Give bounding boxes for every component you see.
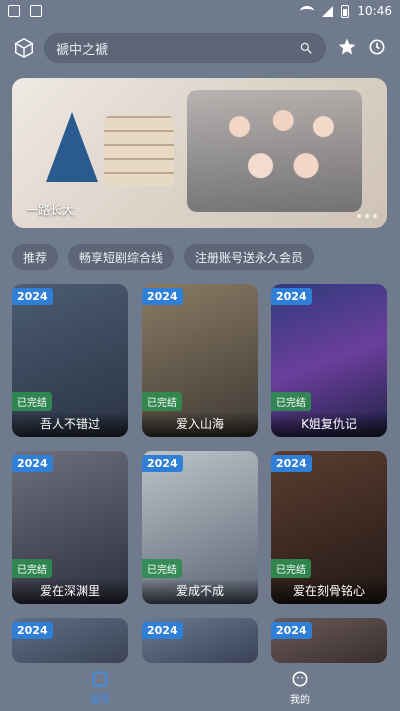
nav-profile-label: 我的 <box>290 694 310 706</box>
image-icon <box>30 5 42 17</box>
star-icon[interactable] <box>336 36 358 58</box>
status-badge: 已完结 <box>271 559 311 578</box>
drama-card[interactable]: 2024 已完结 K姐复仇记 <box>271 284 387 437</box>
drama-title: K姐复仇记 <box>271 413 387 437</box>
status-badge: 已完结 <box>142 559 182 578</box>
search-input[interactable]: 褫中之褫 <box>44 33 326 63</box>
home-icon <box>92 671 108 686</box>
year-badge: 2024 <box>142 622 183 639</box>
chip-register-vip[interactable]: 注册账号送永久会员 <box>184 244 315 270</box>
drama-title: 爱入山海 <box>142 413 258 437</box>
banner-image-cast <box>187 90 362 212</box>
search-icon[interactable] <box>298 40 314 56</box>
status-badge: 已完结 <box>12 559 52 578</box>
year-badge: 2024 <box>271 288 312 305</box>
drama-card[interactable]: 2024 已完结 爱在深渊里 <box>12 451 128 604</box>
year-badge: 2024 <box>12 455 53 472</box>
drama-title: 吾人不错过 <box>12 413 128 437</box>
drama-card[interactable]: 2024 <box>142 618 258 663</box>
bottom-nav: 首页 我的 <box>0 663 400 711</box>
category-chips: 推荐 畅享短剧综合线 注册账号送永久会员 <box>12 244 315 270</box>
history-icon[interactable] <box>366 36 388 58</box>
battery-icon <box>341 4 350 18</box>
drama-title: 爱在深渊里 <box>12 580 128 604</box>
status-time: 10:46 <box>357 4 392 18</box>
status-badge: 已完结 <box>142 392 182 411</box>
cube-icon[interactable] <box>12 36 36 60</box>
drama-title: 爱成不成 <box>142 580 258 604</box>
drama-card[interactable]: 2024 已完结 吾人不错过 <box>12 284 128 437</box>
notification-icon <box>8 5 20 17</box>
year-badge: 2024 <box>271 622 312 639</box>
search-text[interactable]: 褫中之褫 <box>56 39 298 58</box>
drama-card[interactable]: 2024 <box>12 618 128 663</box>
banner-image-tent <box>46 112 98 182</box>
nav-home-label: 首页 <box>90 694 110 706</box>
drama-card[interactable]: 2024 已完结 爱入山海 <box>142 284 258 437</box>
signal-icon <box>322 5 334 17</box>
status-badge: 已完结 <box>12 392 52 411</box>
wifi-icon <box>300 6 315 16</box>
drama-card[interactable]: 2024 已完结 爱在刻骨铭心 <box>271 451 387 604</box>
status-badge: 已完结 <box>271 392 311 411</box>
user-icon <box>292 671 308 686</box>
chip-short-drama[interactable]: 畅享短剧综合线 <box>68 244 175 270</box>
drama-card[interactable]: 2024 <box>271 618 387 663</box>
chip-recommend[interactable]: 推荐 <box>12 244 59 270</box>
drama-title: 爱在刻骨铭心 <box>271 580 387 604</box>
year-badge: 2024 <box>142 455 183 472</box>
status-bar: 10:46 <box>0 0 400 22</box>
featured-banner[interactable]: 一路长大 <box>12 78 387 228</box>
top-bar: 褫中之褫 <box>0 30 400 66</box>
year-badge: 2024 <box>12 288 53 305</box>
pagination-dot <box>365 214 369 218</box>
year-badge: 2024 <box>271 455 312 472</box>
year-badge: 2024 <box>142 288 183 305</box>
banner-image-shelf <box>104 116 174 186</box>
banner-title: 一路长大 <box>26 203 75 217</box>
nav-home[interactable]: 首页 <box>0 663 200 711</box>
year-badge: 2024 <box>12 622 53 639</box>
pagination-dot <box>357 214 361 218</box>
banner-pagination <box>357 214 377 218</box>
nav-profile[interactable]: 我的 <box>200 663 400 711</box>
drama-card[interactable]: 2024 已完结 爱成不成 <box>142 451 258 604</box>
pagination-dot <box>373 214 377 218</box>
